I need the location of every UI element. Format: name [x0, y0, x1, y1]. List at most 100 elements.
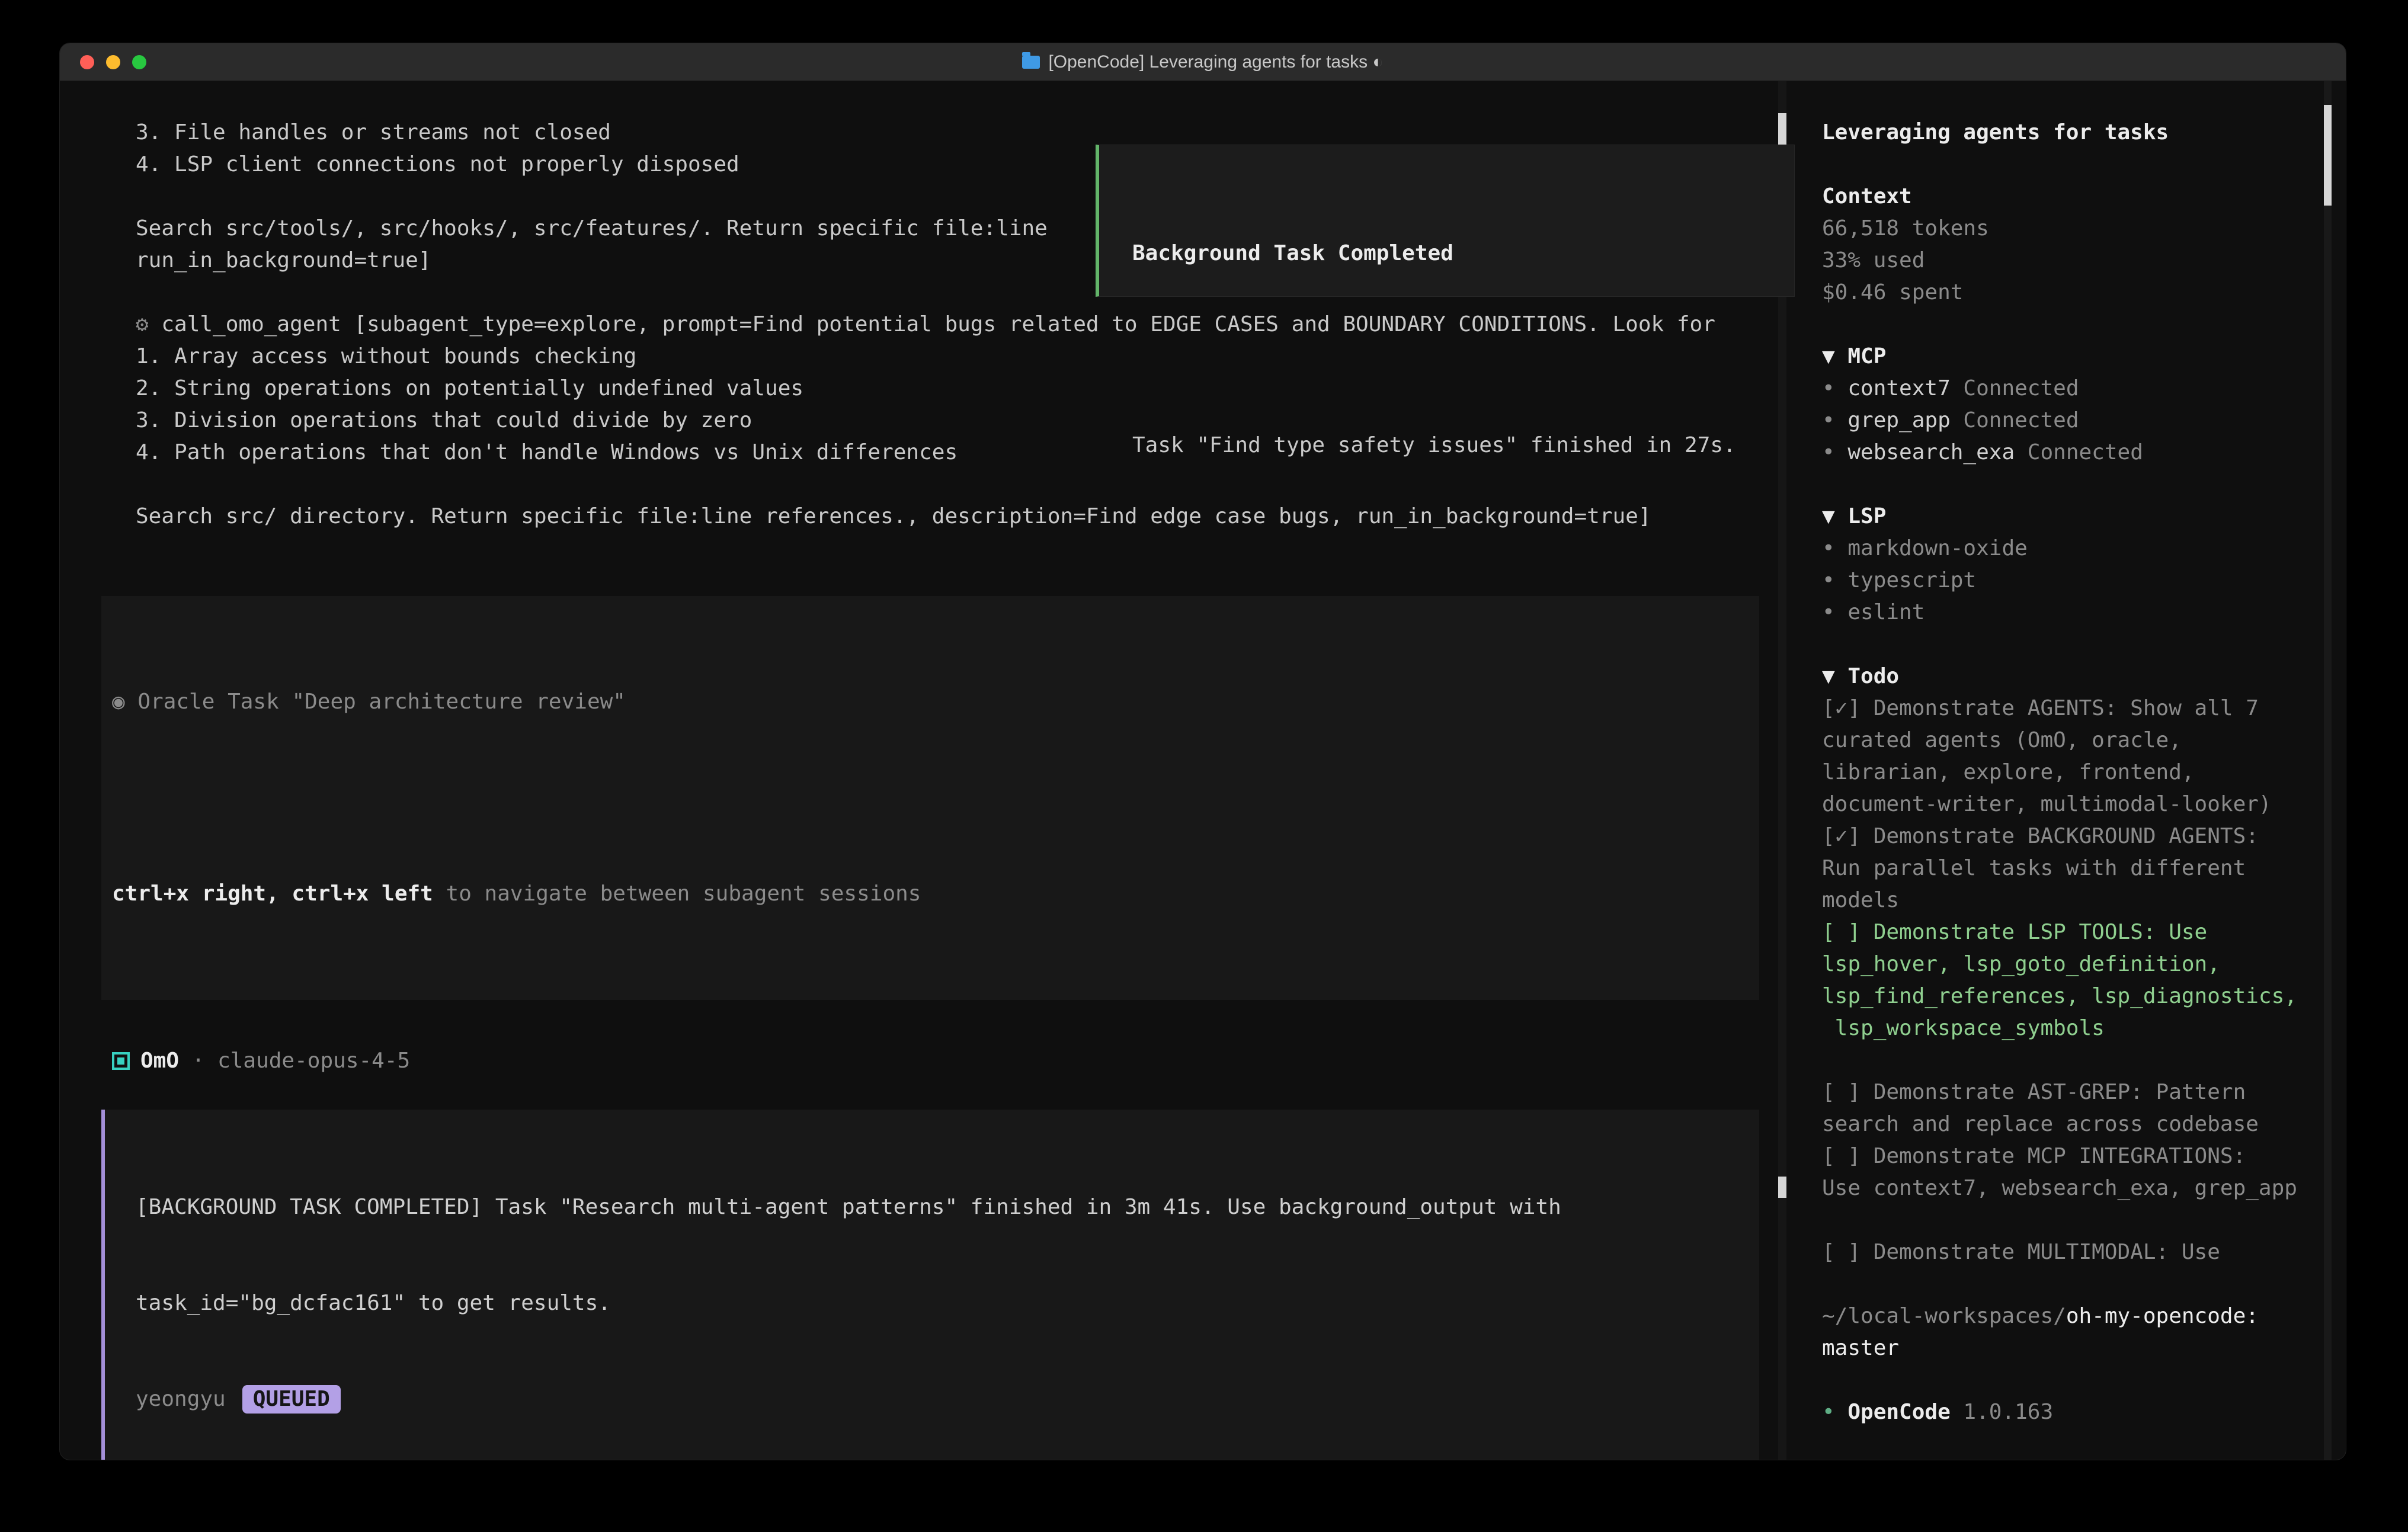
workspace-path: ~/local-workspaces/oh-my-opencode: — [1822, 1300, 2322, 1332]
todo-section-heading[interactable]: ▼ Todo — [1822, 661, 2322, 693]
bullet-icon: • — [1822, 536, 1847, 560]
app-version-line: • OpenCode 1.0.163 — [1822, 1396, 2322, 1428]
agent-header: OmO · claude-opus-4-5 — [101, 1045, 1795, 1077]
workspace-section: ~/local-workspaces/oh-my-opencode: maste… — [1822, 1300, 2322, 1364]
todo-item: [ ] Demonstrate MCP INTEGRATIONS: Use co… — [1822, 1140, 2322, 1204]
todo-line: lsp_find_references, lsp_diagnostics, — [1822, 980, 2322, 1012]
lsp-name: eslint — [1847, 600, 1925, 624]
todo-line: librarian, explore, frontend, — [1822, 757, 2322, 789]
blank-line — [1132, 334, 1782, 366]
oracle-hint-line: ctrl+x right, ctrl+x left to navigate be… — [112, 878, 1747, 910]
lsp-item: • eslint — [1822, 597, 2322, 629]
mcp-section: ▼ MCP • context7 Connected • grep_app Co… — [1822, 341, 2322, 469]
oracle-title: Oracle Task "Deep architecture review" — [137, 690, 626, 714]
mcp-item: • context7 Connected — [1822, 373, 2322, 405]
todo-line: [ ] Demonstrate AST-GREP: Pattern — [1822, 1076, 2322, 1108]
todo-line: lsp_workspace_symbols — [1822, 1012, 2322, 1044]
bullet-icon: • — [1822, 1400, 1847, 1424]
todo-line: lsp_hover, lsp_goto_definition, — [1822, 948, 2322, 980]
sidebar-scrollbar-track[interactable] — [2324, 81, 2332, 1460]
mcp-name: context7 — [1847, 376, 1950, 400]
context-spent: $0.46 spent — [1822, 277, 2322, 309]
toast-notification: Background Task Completed Task "Find typ… — [1096, 145, 1795, 297]
todo-line: [ ] Demonstrate MCP INTEGRATIONS: — [1822, 1140, 2322, 1172]
context-tokens: 66,518 tokens — [1822, 213, 2322, 245]
todo-item-active: [ ] Demonstrate LSP TOOLS: Use lsp_hover… — [1822, 916, 2322, 1044]
bullet-icon: • — [1822, 376, 1847, 400]
lsp-section-heading[interactable]: ▼ LSP — [1822, 501, 2322, 533]
toast-title: Background Task Completed — [1132, 238, 1782, 270]
message-line: [BACKGROUND TASK COMPLETED] Task "Resear… — [136, 1191, 1747, 1223]
mcp-item: • websearch_exa Connected — [1822, 437, 2322, 469]
context-section: Context 66,518 tokens 33% used $0.46 spe… — [1822, 181, 2322, 309]
separator-dot: · — [179, 1045, 217, 1077]
app-name: OpenCode — [1847, 1400, 1950, 1424]
todo-section: ▼ Todo [✓] Demonstrate AGENTS: Show all … — [1822, 661, 2322, 1268]
lsp-item: • markdown-oxide — [1822, 533, 2322, 565]
todo-item: [ ] Demonstrate AST-GREP: Pattern search… — [1822, 1076, 2322, 1140]
record-icon: ◉ — [112, 690, 137, 714]
todo-line: curated agents (OmO, oracle, — [1822, 725, 2322, 757]
traffic-lights — [80, 55, 146, 69]
lsp-item: • typescript — [1822, 565, 2322, 597]
opencode-window: [OpenCode] Leveraging agents for tasks ◐… — [59, 43, 2346, 1460]
mcp-name: websearch_exa — [1847, 440, 2015, 464]
status-badge: QUEUED — [242, 1385, 341, 1414]
lsp-name: markdown-oxide — [1847, 536, 2027, 560]
mcp-section-heading[interactable]: ▼ MCP — [1822, 341, 2322, 373]
workspace-path-prefix: ~/local-workspaces/ — [1822, 1304, 2066, 1328]
todo-line: search and replace across codebase — [1822, 1108, 2322, 1140]
gear-icon: ⚙ — [136, 312, 161, 336]
mcp-status: Connected — [2015, 440, 2143, 464]
mcp-item: • grep_app Connected — [1822, 405, 2322, 437]
window-title-group: [OpenCode] Leveraging agents for tasks ◐ — [1022, 52, 1383, 72]
todo-line: models — [1822, 884, 2322, 916]
session-title: Leveraging agents for tasks — [1822, 117, 2322, 149]
bullet-icon: • — [1822, 408, 1847, 432]
mcp-status: Connected — [1951, 408, 2079, 432]
main-scrollbar-marker[interactable] — [1778, 1177, 1786, 1198]
window-titlebar[interactable]: [OpenCode] Leveraging agents for tasks ◐ — [60, 43, 2346, 81]
hint-keys: ctrl+x right, ctrl+x left — [112, 882, 433, 906]
todo-line: Run parallel tasks with different — [1822, 852, 2322, 884]
lsp-section: ▼ LSP • markdown-oxide • typescript • es… — [1822, 501, 2322, 629]
mcp-name: grep_app — [1847, 408, 1950, 432]
sidebar-scrollbar-thumb[interactable] — [2324, 105, 2332, 206]
main-pane: 3. File handles or streams not closed 4.… — [60, 81, 1801, 1460]
todo-line: document-writer, multimodal-looker) — [1822, 789, 2322, 821]
context-used: 33% used — [1822, 245, 2322, 277]
agent-name: OmO — [140, 1045, 179, 1077]
bullet-icon: • — [1822, 600, 1847, 624]
todo-line: Use context7, websearch_exa, grep_app — [1822, 1172, 2322, 1204]
window-title: [OpenCode] Leveraging agents for tasks ◐ — [1048, 52, 1383, 72]
app-version-section: • OpenCode 1.0.163 — [1822, 1396, 2322, 1428]
toast-body: Task "Find type safety issues" finished … — [1132, 430, 1782, 461]
close-button[interactable] — [80, 55, 94, 69]
git-branch: master — [1822, 1332, 2322, 1364]
minimize-button[interactable] — [106, 55, 120, 69]
message-author: yeongyu — [136, 1383, 226, 1415]
hint-text: to navigate between subagent sessions — [433, 882, 921, 906]
todo-item: [✓] Demonstrate BACKGROUND AGENTS: Run p… — [1822, 821, 2322, 916]
bullet-icon: • — [1822, 568, 1847, 592]
lsp-name: typescript — [1847, 568, 1976, 592]
folder-icon — [1022, 56, 1040, 69]
todo-item: [ ] Demonstrate MULTIMODAL: Use — [1822, 1236, 2322, 1268]
oracle-task-panel: ◉ Oracle Task "Deep architecture review"… — [101, 596, 1759, 1000]
mcp-status: Connected — [1951, 376, 2079, 400]
app-version: 1.0.163 — [1951, 1400, 2053, 1424]
omo-agent-icon — [112, 1052, 130, 1070]
todo-item: [✓] Demonstrate AGENTS: Show all 7 curat… — [1822, 693, 2322, 821]
agent-model: claude-opus-4-5 — [217, 1045, 410, 1077]
message-meta: yeongyu QUEUED — [136, 1383, 1747, 1415]
blank-line — [112, 782, 1747, 814]
background-task-message: [BACKGROUND TASK COMPLETED] Task "Resear… — [101, 1110, 1759, 1460]
zoom-button[interactable] — [132, 55, 146, 69]
log-line: 3. File handles or streams not closed — [101, 117, 1795, 149]
todo-line: [✓] Demonstrate BACKGROUND AGENTS: — [1822, 821, 2322, 852]
sidebar: Leveraging agents for tasks Context 66,5… — [1801, 81, 2346, 1460]
bullet-icon: • — [1822, 440, 1847, 464]
workspace-name: oh-my-opencode: — [2066, 1304, 2259, 1328]
oracle-title-line: ◉ Oracle Task "Deep architecture review" — [112, 686, 1747, 718]
blank-line — [101, 533, 1795, 565]
